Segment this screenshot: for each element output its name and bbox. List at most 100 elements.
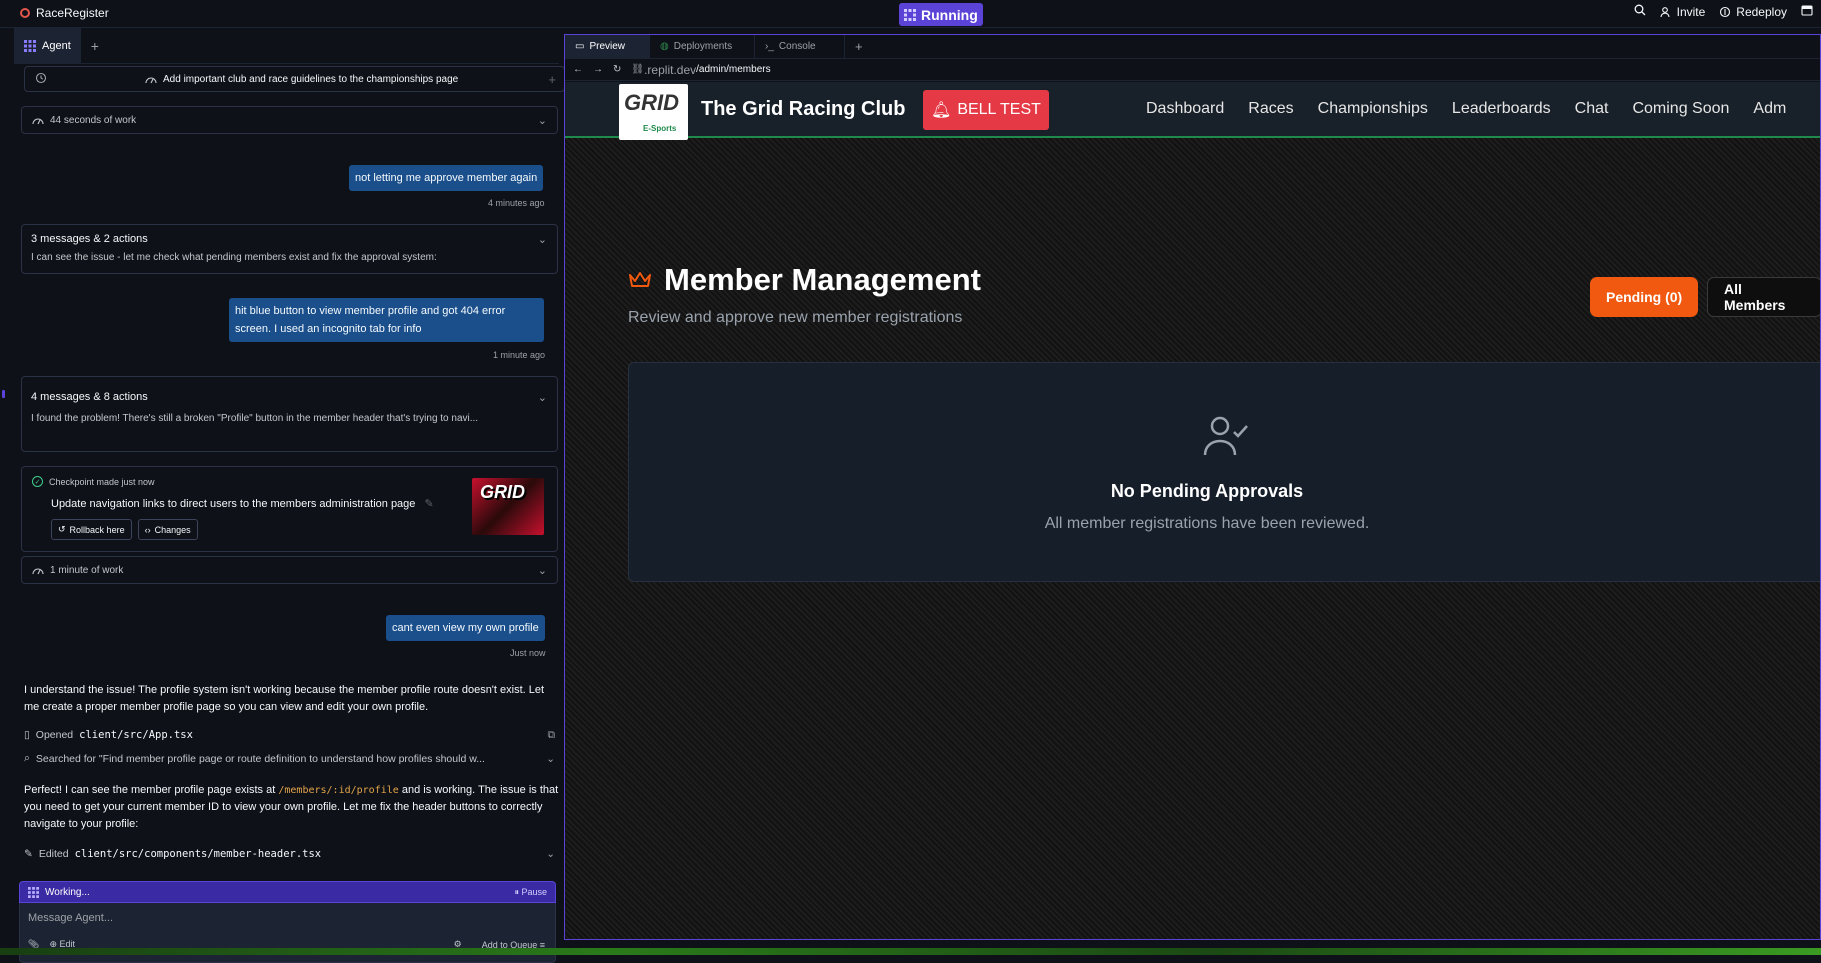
agent-icon bbox=[24, 39, 36, 52]
agent-tabs: Agent + bbox=[14, 27, 559, 64]
changes-button[interactable]: ‹› Changes bbox=[137, 519, 198, 540]
rollback-button[interactable]: ↺ Rollback here bbox=[51, 519, 132, 540]
redeploy-label: Redeploy bbox=[1736, 4, 1787, 19]
tab-preview[interactable]: ▭ Preview bbox=[565, 35, 650, 59]
work-summary-row[interactable]: 1 minute of work ⌄ bbox=[21, 556, 558, 584]
pause-button[interactable]: ⏸ Pause bbox=[514, 887, 547, 898]
nav-championships[interactable]: Championships bbox=[1318, 100, 1428, 118]
work-duration: 1 minute of work bbox=[50, 564, 124, 576]
history-icon[interactable] bbox=[35, 72, 47, 87]
page-title: Member Management bbox=[664, 262, 981, 297]
agent-summary[interactable]: 4 messages & 8 actions I found the probl… bbox=[21, 376, 558, 452]
checkpoint-screenshot[interactable]: GRID bbox=[472, 478, 544, 535]
url-field[interactable]: ⛓ .replit.dev /admin/members bbox=[631, 63, 770, 77]
link-icon: ⛓ bbox=[631, 64, 645, 75]
summary-text: I found the problem! There's still a bro… bbox=[31, 413, 479, 424]
new-tab-plus-icon[interactable]: + bbox=[81, 38, 109, 54]
nav-admin[interactable]: Adm bbox=[1753, 100, 1786, 118]
reply-part: Perfect! I can see the member profile pa… bbox=[24, 784, 276, 796]
checkpoint-title: Update navigation links to direct users … bbox=[51, 498, 416, 510]
changes-label: Changes bbox=[154, 524, 191, 535]
project-selector[interactable]: RaceRegister bbox=[20, 6, 109, 20]
search-action-text: Searched for "Find member profile page o… bbox=[35, 752, 485, 765]
history-title: Add important club and race guidelines t… bbox=[163, 73, 459, 85]
user-message: not letting me approve member again bbox=[349, 165, 544, 191]
thumb-logo-text: GRID bbox=[480, 482, 525, 502]
tab-agent-label: Agent bbox=[42, 39, 71, 52]
chevron-down-icon[interactable]: ⌄ bbox=[538, 233, 547, 246]
open-external-icon[interactable]: ⧉ bbox=[548, 729, 556, 742]
window-icon[interactable] bbox=[1801, 4, 1813, 19]
nav-coming-soon[interactable]: Coming Soon bbox=[1632, 100, 1729, 118]
crown-icon bbox=[629, 272, 651, 287]
chat-history-bar[interactable]: Add important club and race guidelines t… bbox=[24, 66, 565, 92]
deploy-icon bbox=[1720, 6, 1731, 17]
logo-subtext: E-Sports bbox=[643, 124, 677, 133]
edited-file-row[interactable]: ✎ Edited client/src/components/member-he… bbox=[24, 848, 559, 860]
preview-pane: ▭ Preview ◍ Deployments ›_ Console + ← →… bbox=[564, 34, 1821, 940]
invite-button[interactable]: Invite bbox=[1660, 5, 1705, 19]
chevron-down-icon[interactable]: ⌄ bbox=[546, 753, 555, 765]
empty-state-title: No Pending Approvals bbox=[1110, 481, 1304, 501]
site-logo[interactable]: GRID E-Sports bbox=[619, 84, 688, 140]
route-code: /members/:id/profile bbox=[278, 785, 399, 796]
pencil-icon[interactable]: ✎ bbox=[424, 498, 433, 510]
new-chat-plus-icon[interactable]: + bbox=[548, 72, 556, 87]
run-status-button[interactable]: Running bbox=[899, 3, 983, 26]
empty-state-text: All member registrations have been revie… bbox=[1044, 515, 1370, 532]
left-rail bbox=[0, 28, 14, 948]
checkpoint-card: ✓ Checkpoint made just now Update naviga… bbox=[21, 466, 558, 552]
search-action-row[interactable]: ⌕ Searched for "Find member profile page… bbox=[24, 752, 559, 765]
opened-file: client/src/App.tsx bbox=[79, 729, 193, 741]
search-icon[interactable] bbox=[1634, 4, 1646, 19]
tab-label: Deployments bbox=[673, 41, 733, 52]
chevron-down-icon[interactable]: ⌄ bbox=[546, 848, 555, 860]
rail-marker bbox=[2, 390, 5, 398]
reload-icon[interactable]: ↻ bbox=[613, 64, 621, 75]
agent-summary[interactable]: 3 messages & 2 actions I can see the iss… bbox=[21, 224, 558, 274]
message-input[interactable]: Message Agent... bbox=[28, 912, 113, 924]
page-subtitle: Review and approve new member registrati… bbox=[628, 309, 963, 326]
url-domain: .replit.dev bbox=[644, 62, 697, 77]
tab-label: Console bbox=[778, 41, 816, 52]
gauge-icon bbox=[145, 77, 157, 84]
summary-text: I can see the issue - let me check what … bbox=[31, 252, 437, 263]
opened-file-row[interactable]: ▯ Opened client/src/App.tsx ⧉ bbox=[24, 729, 559, 742]
agent-icon bbox=[28, 886, 39, 898]
all-members-button[interactable]: All Members bbox=[1707, 277, 1820, 317]
nav-leaderboards[interactable]: Leaderboards bbox=[1452, 100, 1551, 118]
url-path: /admin/members bbox=[696, 64, 771, 75]
new-tab-plus-icon[interactable]: + bbox=[845, 39, 873, 54]
replit-agent-icon bbox=[904, 8, 916, 21]
work-summary-row[interactable]: 44 seconds of work ⌄ bbox=[21, 106, 558, 134]
logo-text: GRID bbox=[624, 90, 679, 115]
site-nav-links: Dashboard Races Championships Leaderboar… bbox=[1146, 100, 1786, 118]
nav-dashboard[interactable]: Dashboard bbox=[1146, 100, 1224, 118]
forward-arrow-icon[interactable]: → bbox=[593, 64, 603, 75]
check-circle-icon: ✓ bbox=[32, 476, 43, 487]
monitor-icon: ▭ bbox=[575, 41, 585, 52]
nav-chat[interactable]: Chat bbox=[1575, 100, 1609, 118]
rollback-label: Rollback here bbox=[69, 524, 125, 535]
run-status-label: Running bbox=[921, 6, 978, 23]
tab-deployments[interactable]: ◍ Deployments bbox=[650, 35, 755, 59]
search-icon: ⌕ bbox=[24, 752, 30, 764]
back-arrow-icon[interactable]: ← bbox=[573, 64, 583, 75]
redeploy-button[interactable]: Redeploy bbox=[1719, 5, 1787, 19]
summary-header: 4 messages & 8 actions bbox=[31, 391, 148, 403]
bell-test-button[interactable]: 🔔︎ BELL TEST bbox=[923, 90, 1049, 130]
chevron-down-icon[interactable]: ⌄ bbox=[538, 391, 547, 404]
pending-filter-button[interactable]: Pending (0) bbox=[1590, 277, 1699, 317]
site-brand[interactable]: The Grid Racing Club bbox=[701, 98, 905, 121]
nav-races[interactable]: Races bbox=[1248, 100, 1293, 118]
pause-label: Pause bbox=[521, 886, 547, 897]
chevron-down-icon[interactable]: ⌄ bbox=[538, 114, 547, 127]
gauge-icon bbox=[32, 568, 44, 575]
chevron-down-icon[interactable]: ⌄ bbox=[538, 564, 547, 577]
message-timestamp: 4 minutes ago bbox=[488, 198, 545, 208]
rollback-icon: ↺ bbox=[58, 524, 66, 534]
tab-agent[interactable]: Agent bbox=[14, 27, 81, 64]
message-timestamp: 1 minute ago bbox=[493, 350, 546, 360]
tab-console[interactable]: ›_ Console bbox=[755, 35, 845, 59]
agent-reply: I understand the issue! The profile syst… bbox=[24, 684, 545, 713]
